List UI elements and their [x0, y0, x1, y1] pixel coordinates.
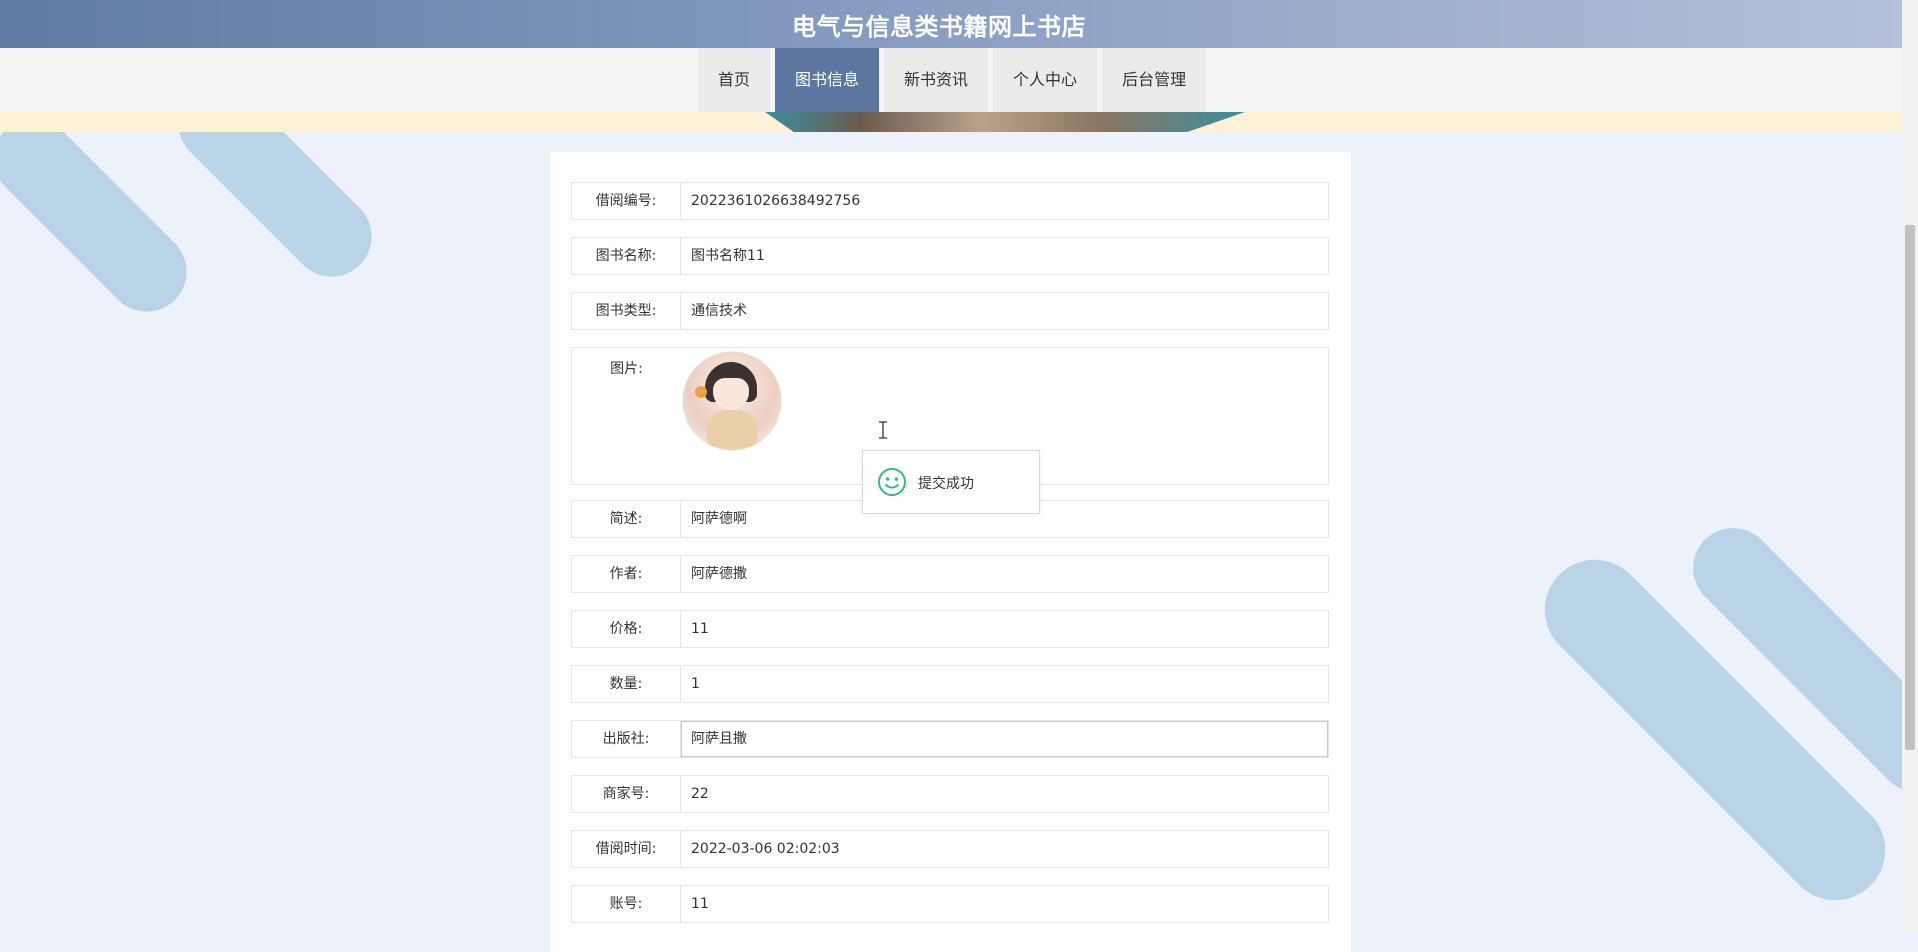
nav-home[interactable]: 首页 [698, 48, 771, 112]
site-header: 电气与信息类书籍网上书店 [0, 0, 1902, 48]
book-image[interactable] [682, 351, 782, 451]
field-merchant-no: 商家号: 22 [571, 775, 1329, 813]
field-book-type: 图书类型: 通信技术 [571, 292, 1329, 330]
price-input[interactable]: 11 [681, 611, 1328, 647]
field-book-name: 图书名称: 图书名称11 [571, 237, 1329, 275]
field-author: 作者: 阿萨德撒 [571, 555, 1329, 593]
background-decoration [0, 101, 204, 329]
field-account: 账号: 11 [571, 885, 1329, 923]
field-label: 借阅时间: [572, 831, 681, 867]
field-label: 图书名称: [572, 238, 681, 274]
nav-personal-center[interactable]: 个人中心 [993, 48, 1098, 112]
nav-new-book-news[interactable]: 新书资讯 [884, 48, 989, 112]
field-label: 借阅编号: [572, 183, 681, 219]
author-input[interactable]: 阿萨德撒 [681, 556, 1328, 592]
main-nav: 首页 图书信息 新书资讯 个人中心 后台管理 [0, 48, 1902, 112]
site-title: 电气与信息类书籍网上书店 [792, 13, 1086, 41]
borrow-no-input[interactable]: 2022361026638492756 [681, 183, 1328, 219]
field-label: 价格: [572, 611, 681, 647]
quantity-input[interactable]: 1 [681, 666, 1328, 702]
field-borrow-time: 借阅时间: 2022-03-06 02:02:03 [571, 830, 1329, 868]
smile-icon [878, 468, 906, 496]
banner-image [765, 112, 1245, 132]
success-toast: 提交成功 [862, 450, 1040, 514]
field-borrow-no: 借阅编号: 2022361026638492756 [571, 182, 1329, 220]
field-label: 图片: [610, 361, 643, 377]
nav-admin[interactable]: 后台管理 [1102, 48, 1207, 112]
text-cursor-icon [878, 421, 888, 439]
field-label: 商家号: [572, 776, 681, 812]
book-type-input[interactable]: 通信技术 [681, 293, 1328, 329]
field-label: 图书类型: [572, 293, 681, 329]
scrollbar-thumb[interactable] [1905, 225, 1915, 750]
field-label: 数量: [572, 666, 681, 702]
borrow-time-input[interactable]: 2022-03-06 02:02:03 [681, 831, 1328, 867]
field-price: 价格: 11 [571, 610, 1329, 648]
book-name-input[interactable]: 图书名称11 [681, 238, 1328, 274]
field-label: 简述: [572, 501, 681, 537]
toast-message: 提交成功 [918, 476, 974, 492]
publisher-input[interactable]: 阿萨且撒 [681, 721, 1328, 757]
account-input[interactable]: 11 [681, 886, 1328, 922]
field-label: 账号: [572, 886, 681, 922]
field-label: 出版社: [572, 721, 681, 757]
field-label: 作者: [572, 556, 681, 592]
merchant-no-input[interactable]: 22 [681, 776, 1328, 812]
field-publisher: 出版社: 阿萨且撒 [571, 720, 1329, 758]
page-scrollbar[interactable] [1902, 0, 1918, 932]
banner [0, 112, 1902, 132]
nav-book-info[interactable]: 图书信息 [775, 48, 880, 112]
field-quantity: 数量: 1 [571, 665, 1329, 703]
detail-card: 借阅编号: 2022361026638492756 图书名称: 图书名称11 图… [551, 152, 1351, 952]
